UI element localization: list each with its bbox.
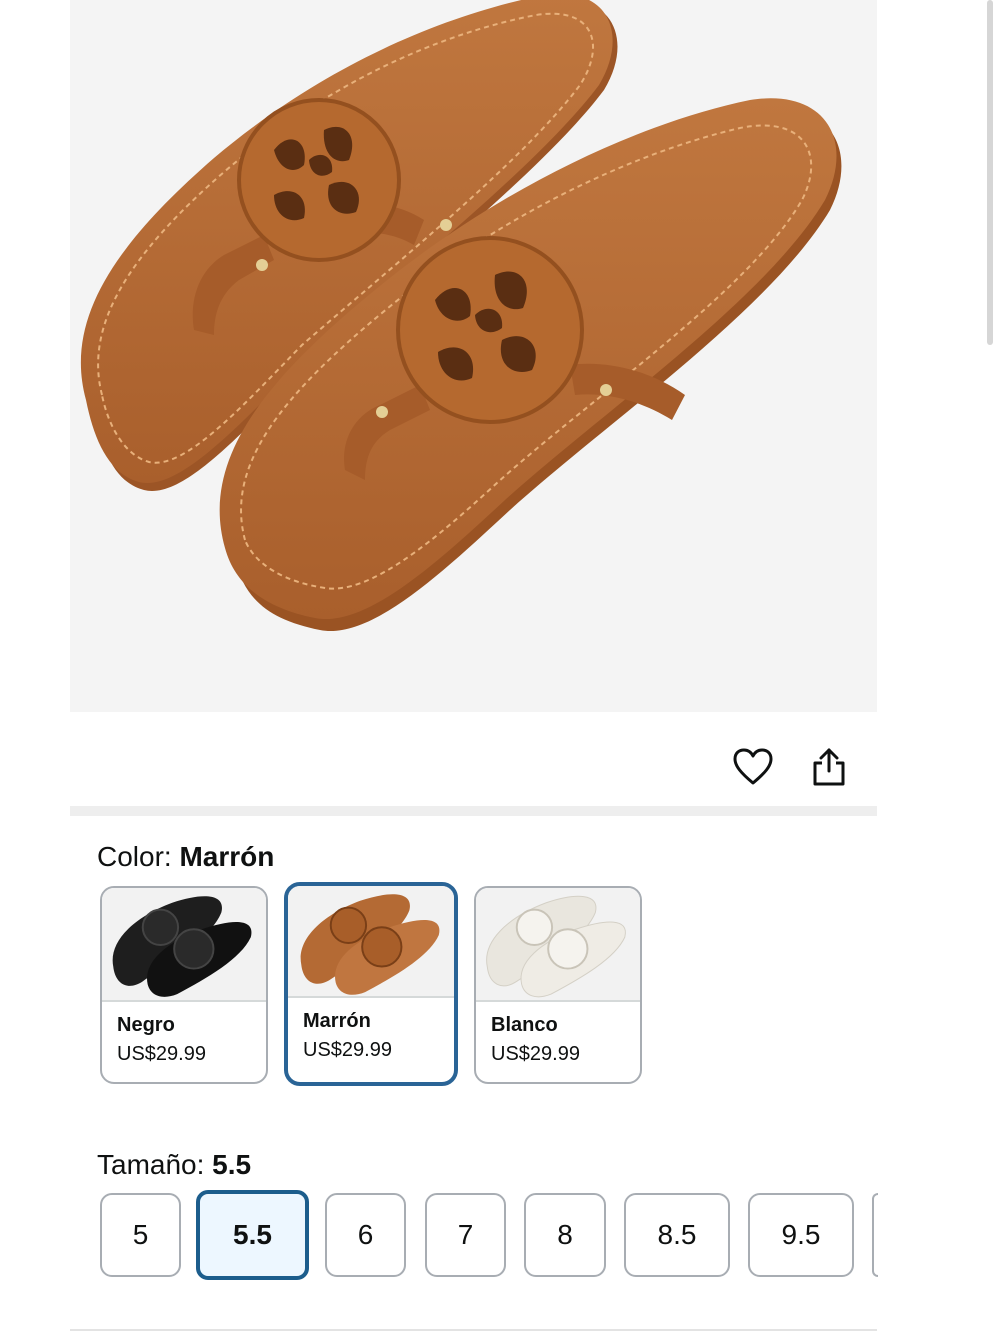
product-image[interactable] [70,0,877,712]
swatch-thumbnail [476,888,640,1002]
sandal-thumbnail-black [112,896,252,997]
size-label-value: 5.5 [212,1149,252,1180]
section-divider [70,806,877,816]
swatch-price: US$29.99 [303,1039,392,1061]
size-option-6[interactable]: 6 [325,1193,406,1277]
size-option-5[interactable]: 5 [100,1193,181,1277]
size-option-next-partial[interactable] [872,1193,878,1277]
size-label-text: Tamaño: [97,1149,213,1180]
sandal-thumbnail-brown [300,894,440,995]
color-label-value: Marrón [179,841,275,872]
share-icon [813,748,845,786]
swatch-price: US$29.99 [117,1043,206,1065]
size-label: Tamaño: 5.5 [97,1149,251,1181]
color-label: Color: Marrón [97,841,274,873]
share-button[interactable] [806,744,852,790]
swatch-name: Negro [117,1014,175,1036]
swatch-name: Marrón [303,1010,371,1032]
size-option-8-5[interactable]: 8.5 [624,1193,730,1277]
scrollbar[interactable] [987,0,993,345]
color-swatch-marron[interactable]: Marrón US$29.99 [284,882,458,1086]
swatch-thumbnail [102,888,266,1002]
color-swatch-blanco[interactable]: Blanco US$29.99 [474,886,642,1084]
size-option-8[interactable]: 8 [524,1193,606,1277]
color-swatch-negro[interactable]: Negro US$29.99 [100,886,268,1084]
wishlist-button[interactable] [730,744,776,790]
size-option-5-5[interactable]: 5.5 [196,1190,309,1280]
swatch-thumbnail [288,886,454,998]
sandals-illustration [80,0,842,632]
swatch-name: Blanco [491,1014,558,1036]
sandal-thumbnail-white [486,895,626,998]
color-label-text: Color: [97,841,180,872]
image-actions [730,744,860,790]
section-divider-bottom [70,1329,877,1331]
swatch-price: US$29.99 [491,1043,580,1065]
size-option-9-5[interactable]: 9.5 [748,1193,854,1277]
size-option-7[interactable]: 7 [425,1193,506,1277]
heart-icon [733,748,773,785]
